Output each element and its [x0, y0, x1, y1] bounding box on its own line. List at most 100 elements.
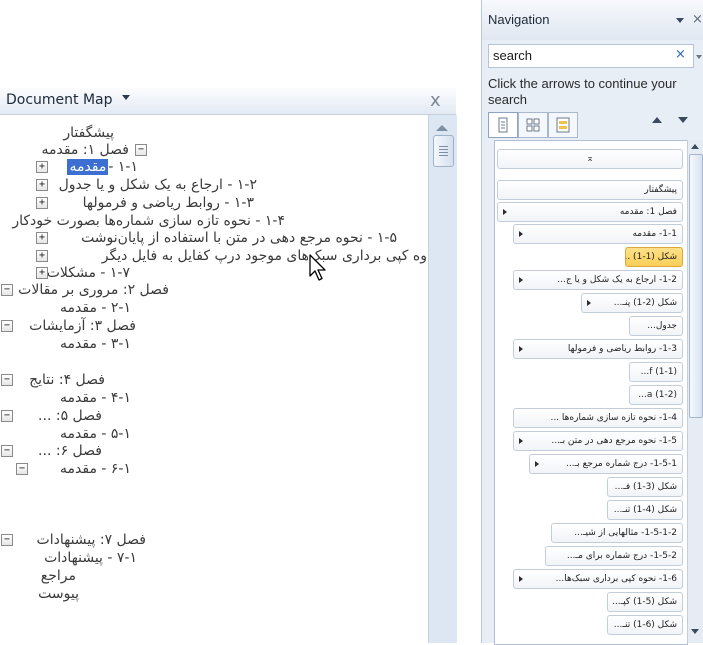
chevron-down-icon[interactable] — [676, 18, 684, 23]
tree-item[interactable]: فصل ۷: پیشنهادات — [37, 532, 146, 548]
heading-item[interactable]: پیشگفتار — [497, 180, 683, 200]
expand-toggle-icon[interactable]: + — [36, 179, 48, 191]
tree-item[interactable]: ۱-۵ - نحوه مرجع دهی در متن با استفاده از… — [81, 230, 397, 246]
expand-arrow-icon[interactable] — [587, 300, 591, 306]
tree-item[interactable]: ۱-۷ - مشکلات — [47, 265, 130, 281]
tree-item[interactable]: ۲-۱ - مقدمه — [60, 300, 131, 316]
heading-item[interactable]: (1-1) f... — [629, 362, 683, 382]
heading-label: 1-5-2- درج شماره برای مـ... — [566, 551, 677, 561]
previous-result-icon[interactable] — [652, 117, 662, 123]
collapse-toggle-icon[interactable]: − — [1, 445, 13, 457]
expand-arrow-icon[interactable] — [519, 231, 523, 237]
tree-item[interactable]: ۱-۴ - نحوه تازه سازی شماره‌ها بصورت خودک… — [12, 213, 285, 229]
collapse-toggle-icon[interactable]: − — [1, 284, 13, 296]
document-map-pane: Document Map x پیشگفتار فصل ۱: مقدمه − ۱… — [0, 88, 457, 643]
heading-item[interactable]: 1-5-1-2- مثالهایی از شیـ... — [551, 523, 683, 543]
tree-item-label: مراجع — [40, 568, 76, 584]
scrollbar-thumb[interactable] — [433, 135, 454, 167]
collapse-toggle-icon[interactable]: − — [16, 463, 28, 475]
tree-item[interactable]: ۷-۱ - پیشنهادات — [44, 550, 137, 566]
tree-item[interactable]: فصل ۶: ... — [38, 443, 102, 459]
expand-toggle-icon[interactable]: + — [36, 197, 48, 209]
heading-item[interactable]: 1-5- نحوه مرجع دهی در متن بـ... — [513, 431, 683, 451]
selected-heading[interactable]: مقدمه — [67, 159, 109, 175]
tree-item[interactable]: ۱-۱ -مقدمه — [67, 159, 138, 175]
tree-item[interactable]: پیشگفتار — [63, 125, 114, 141]
heading-item[interactable]: شکل (4-1) تنـ... — [607, 500, 683, 520]
scroll-up-icon[interactable] — [436, 125, 448, 131]
expand-toggle-icon[interactable]: + — [36, 232, 48, 244]
heading-label: 1-5-1-2- مثالهایی از شیـ... — [574, 528, 677, 538]
collapse-toggle-icon[interactable]: − — [135, 144, 147, 156]
collapse-toggle-icon[interactable]: − — [1, 320, 13, 332]
search-input[interactable]: search × — [488, 44, 694, 68]
tree-item[interactable]: وه کپی برداری سبک‌های موجود درپ کفایل به… — [102, 248, 427, 264]
search-input-value: search — [493, 48, 533, 63]
tree-item[interactable]: فصل ۵: ... — [38, 408, 102, 424]
tree-item[interactable]: ۳-۱ - مقدمه — [60, 336, 131, 352]
heading-item[interactable]: 1-2- ارجاع به یک شکل و یا ج... — [513, 270, 683, 290]
top-marker-label: ⌅ — [586, 154, 594, 164]
heading-item[interactable]: شکل (6-1) تنـ... — [607, 615, 683, 635]
search-options-caret-icon[interactable] — [696, 55, 702, 59]
clear-search-icon[interactable]: × — [675, 47, 686, 62]
heading-item[interactable]: 1-4- نحوه تازه سازی شماره‌ها ... — [513, 408, 683, 428]
top-of-document-button[interactable]: ⌅ — [497, 149, 683, 169]
heading-item[interactable]: 1-5-1- درج شماره مرجع بـ... — [529, 454, 683, 474]
collapse-toggle-icon[interactable]: − — [1, 534, 13, 546]
tree-item[interactable]: فصل ۱: مقدمه — [41, 142, 129, 158]
chevron-down-icon[interactable] — [122, 95, 130, 100]
document-map-scrollbar[interactable] — [428, 115, 457, 643]
close-icon[interactable]: x — [430, 90, 441, 111]
tree-item[interactable]: ۱-۳ - روابط ریاضی و فرمولها — [83, 195, 254, 211]
heading-item[interactable]: 1-5-2- درج شماره برای مـ... — [545, 546, 683, 566]
heading-item[interactable]: شکل (3-1) فـ... — [607, 477, 683, 497]
tree-item[interactable]: ۴-۱ - مقدمه — [60, 390, 131, 406]
heading-label: پیشگفتار — [644, 185, 677, 195]
tree-item[interactable]: فصل ۳: آزمایشات — [29, 318, 136, 334]
scroll-down-icon[interactable] — [691, 629, 699, 634]
expand-toggle-icon[interactable]: + — [36, 161, 48, 173]
heading-item[interactable]: 1-6- نحوه کپی برداری سبک‌ها... — [513, 569, 683, 589]
expand-arrow-icon[interactable] — [535, 461, 539, 467]
collapse-toggle-icon[interactable]: − — [1, 374, 13, 386]
expand-arrow-icon[interactable] — [503, 209, 507, 215]
close-icon[interactable]: × — [692, 12, 703, 27]
expand-arrow-icon[interactable] — [519, 346, 523, 352]
heading-label: 1-4- نحوه تازه سازی شماره‌ها ... — [550, 413, 677, 423]
heading-item[interactable]: فصل 1: مقدمه — [497, 202, 683, 222]
tree-item[interactable]: ۱-۲ - ارجاع به یک شکل و یا جدول — [59, 177, 257, 193]
tree-item[interactable]: ۵-۱ - مقدمه — [60, 426, 131, 442]
tree-item[interactable]: پیوست — [38, 586, 79, 602]
heading-item[interactable]: شکل (2-1) پنـ... — [581, 293, 683, 313]
tree-item[interactable]: ۶-۱ - مقدمه — [60, 461, 131, 477]
tab-browse-results[interactable] — [548, 112, 578, 138]
document-map-title[interactable]: Document Map — [6, 92, 113, 108]
tree-item[interactable]: مراجع — [41, 568, 76, 584]
expand-toggle-icon[interactable]: + — [36, 267, 48, 279]
document-map-header: Document Map x — [0, 88, 456, 115]
scrollbar-thumb[interactable] — [689, 154, 703, 418]
expand-arrow-icon[interactable] — [519, 438, 523, 444]
heading-label: 1-1- مقدمه — [632, 229, 677, 239]
next-result-icon[interactable] — [678, 117, 688, 123]
headings-icon — [498, 117, 508, 133]
collapse-toggle-icon[interactable]: − — [1, 410, 13, 422]
expand-arrow-icon[interactable] — [519, 277, 523, 283]
expand-arrow-icon[interactable] — [519, 576, 523, 582]
scroll-up-icon[interactable] — [691, 144, 699, 149]
tree-item-label: ۱-۱ - — [108, 159, 138, 175]
navigation-scrollbar[interactable] — [687, 140, 703, 643]
navigation-title: Navigation — [488, 12, 550, 27]
heading-item-highlighted[interactable]: شکل (1-1) ... — [625, 247, 683, 267]
tree-item[interactable]: فصل ۲: مروری بر مقالات — [18, 282, 169, 298]
tab-browse-pages[interactable] — [518, 112, 548, 138]
heading-item[interactable]: جدول... — [629, 316, 683, 336]
expand-toggle-icon[interactable]: + — [36, 250, 48, 262]
heading-item[interactable]: 1-3- روابط ریاضی و فرمولها — [513, 339, 683, 359]
heading-item[interactable]: (1-2) a... — [629, 385, 683, 405]
heading-item[interactable]: شکل (5-1) کپـ... — [607, 592, 683, 612]
tab-browse-headings[interactable] — [488, 112, 518, 138]
tree-item[interactable]: فصل ۴: نتایج — [29, 372, 105, 388]
heading-item[interactable]: 1-1- مقدمه — [513, 224, 683, 244]
